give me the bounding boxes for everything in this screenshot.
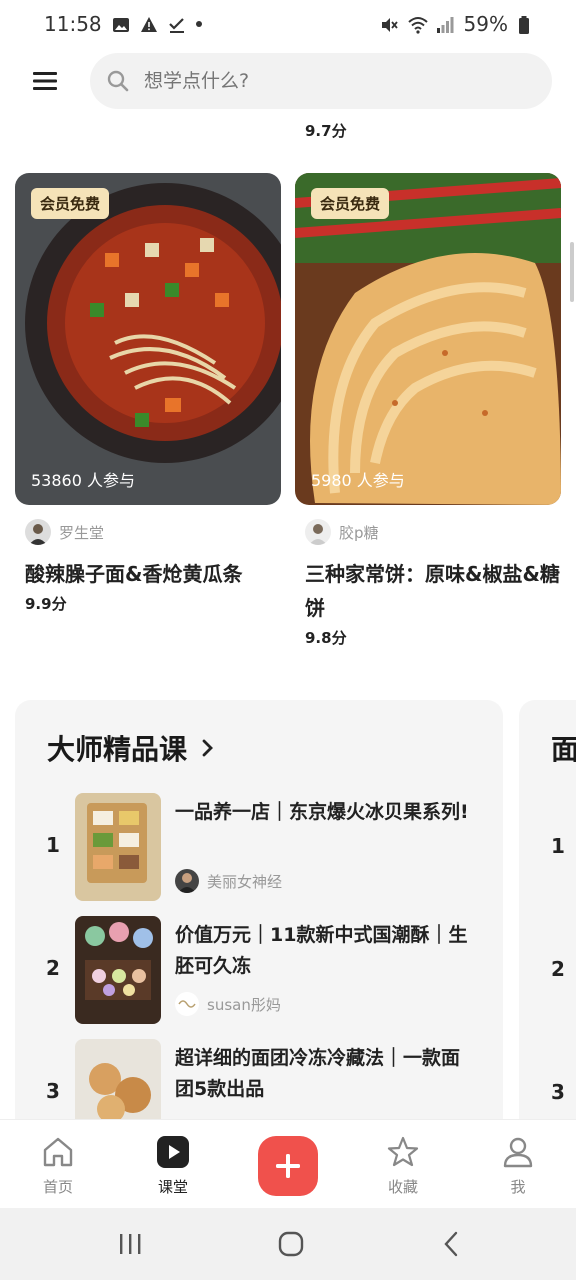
author-row[interactable]: 罗生堂 [25, 519, 281, 545]
peek-rank: 3 [551, 1080, 565, 1104]
course-title[interactable]: 超详细的面团冷冻冷藏法｜一款面团5款出品 [175, 1043, 475, 1105]
recipe-score: 9.9分 [25, 595, 67, 613]
course-title[interactable]: 价值万元｜11款新中式国潮酥｜生胚可久冻 [175, 920, 475, 982]
star-icon [387, 1136, 419, 1167]
recipe-image[interactable]: 会员免费 5980 人参与 [295, 173, 561, 505]
avatar [175, 869, 199, 893]
back-arrow-icon [444, 1231, 458, 1257]
back-button[interactable] [432, 1228, 472, 1260]
recipe-title[interactable]: 酸辣臊子面&香炝黄瓜条 [25, 557, 281, 591]
member-free-badge: 会员免费 [311, 188, 390, 219]
task-done-icon [168, 15, 186, 33]
master-course-panel: 大师精品课 1 一品养一店｜东京爆火冰贝果系列! 美丽女神经 2 价值万元｜11… [15, 700, 503, 1140]
status-bar: 11:58 59% [0, 0, 576, 48]
avatar [305, 519, 331, 545]
menu-button[interactable] [0, 48, 90, 114]
scrollbar[interactable] [570, 242, 574, 302]
tab-label: 首页 [42, 1178, 73, 1196]
person-icon [503, 1137, 533, 1168]
home-circle-icon [278, 1231, 304, 1257]
peek-rank: 2 [551, 957, 565, 981]
course-item[interactable]: 1 一品养一店｜东京爆火冰贝果系列! 美丽女神经 [15, 793, 503, 901]
recent-apps-button[interactable] [110, 1228, 150, 1260]
course-author: 美丽女神经 [175, 869, 282, 893]
author-name: 美丽女神经 [207, 872, 283, 891]
avatar [175, 992, 199, 1016]
home-button[interactable] [271, 1228, 311, 1260]
mute-icon [380, 15, 398, 33]
recent-apps-icon [120, 1234, 141, 1254]
plus-icon [276, 1154, 300, 1178]
course-item[interactable]: 2 价值万元｜11款新中式国潮酥｜生胚可久冻 susan彤妈 [15, 916, 503, 1024]
signal-icon [436, 15, 454, 33]
panel-title: 大师精品课 [47, 733, 188, 766]
warning-icon [140, 15, 158, 33]
tab-favorites[interactable]: 收藏 [363, 1134, 443, 1197]
next-panel-peek[interactable]: 面 1 2 3 [519, 700, 576, 1140]
course-rank: 2 [46, 956, 60, 980]
recipe-card[interactable]: 会员免费 5980 人参与 胶p糖 三种家常饼：原味&椒盐&糖饼 9.8分 [295, 173, 561, 648]
tab-me[interactable]: 我 [478, 1134, 558, 1197]
participant-count: 5980 人参与 [311, 471, 405, 490]
course-rank: 1 [46, 833, 60, 857]
add-button[interactable] [258, 1136, 318, 1196]
master-course-header[interactable]: 大师精品课 [47, 728, 215, 768]
author-name: susan彤妈 [207, 995, 281, 1014]
course-title[interactable]: 一品养一店｜东京爆火冰贝果系列! [175, 797, 475, 828]
member-free-badge: 会员免费 [31, 188, 110, 219]
course-thumbnail[interactable] [75, 916, 161, 1024]
bottom-tab-bar: 首页 课堂 收藏 我 [0, 1120, 576, 1208]
wifi-icon [407, 15, 428, 34]
author-row[interactable]: 胶p糖 [305, 519, 561, 545]
author-name: 罗生堂 [59, 523, 105, 542]
course-author: susan彤妈 [175, 992, 281, 1016]
tab-home[interactable]: 首页 [18, 1134, 98, 1197]
avatar [25, 519, 51, 545]
recipe-score: 9.8分 [305, 629, 347, 647]
search-icon [107, 70, 129, 92]
recipe-image[interactable]: 会员免费 53860 人参与 [15, 173, 281, 505]
course-thumbnail[interactable] [75, 793, 161, 901]
status-time: 11:58 [44, 12, 102, 36]
hamburger-icon [33, 72, 57, 90]
play-icon [157, 1136, 189, 1168]
tab-label: 收藏 [387, 1178, 418, 1196]
notification-dot-icon [195, 21, 202, 27]
participant-count: 53860 人参与 [31, 471, 135, 490]
top-header [0, 48, 576, 114]
tab-label: 课堂 [157, 1178, 188, 1196]
course-rank: 3 [46, 1079, 60, 1103]
battery-level: 59% [463, 12, 508, 36]
search-bar[interactable] [90, 53, 552, 109]
battery-icon [518, 15, 536, 34]
tab-label: 我 [510, 1178, 526, 1196]
tab-classroom[interactable]: 课堂 [133, 1134, 213, 1197]
system-nav-bar [0, 1208, 576, 1280]
gallery-icon [112, 15, 130, 33]
recipe-card[interactable]: 会员免费 53860 人参与 罗生堂 酸辣臊子面&香炝黄瓜条 9.9分 [15, 173, 281, 614]
chevron-right-icon [202, 739, 213, 757]
peek-rank: 1 [551, 834, 565, 858]
peek-panel-title: 面 [551, 733, 576, 766]
home-icon [43, 1137, 73, 1167]
recipe-title[interactable]: 三种家常饼：原味&椒盐&糖饼 [305, 557, 561, 625]
previous-card-score: 9.7分 [305, 122, 347, 140]
search-input[interactable] [144, 70, 504, 92]
author-name: 胶p糖 [339, 523, 379, 542]
